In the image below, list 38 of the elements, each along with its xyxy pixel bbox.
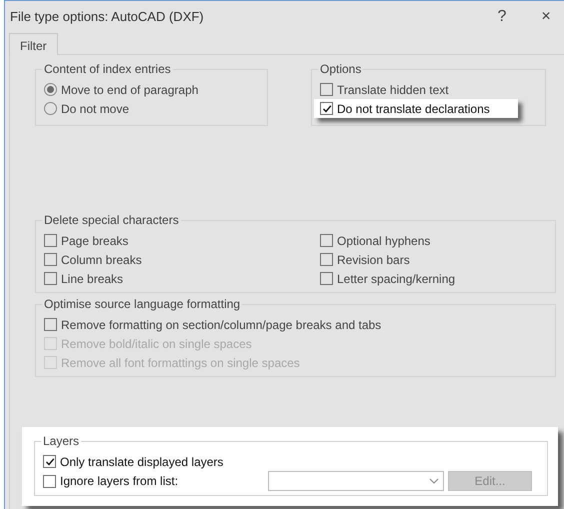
option-label: Remove bold/italic on single spaces bbox=[61, 336, 252, 350]
help-button[interactable]: ? bbox=[480, 8, 524, 26]
option-label: Ignore layers from list: bbox=[60, 474, 178, 488]
checkbox[interactable] bbox=[43, 474, 56, 488]
radio-button[interactable] bbox=[44, 83, 57, 96]
tab[interactable]: Filter bbox=[9, 33, 58, 55]
checkbox[interactable] bbox=[44, 253, 57, 266]
group-title: Options bbox=[318, 62, 364, 76]
option-label: Optional hyphens bbox=[337, 234, 430, 248]
group-title: Layers bbox=[41, 434, 82, 448]
option-label: Only translate displayed layers bbox=[60, 454, 224, 468]
group-title: Delete special characters bbox=[42, 213, 181, 227]
checkbox[interactable] bbox=[320, 83, 333, 96]
close-button[interactable]: × bbox=[524, 8, 564, 26]
option-label: Column breaks bbox=[61, 252, 142, 266]
window-title: File type options: AutoCAD (DXF) bbox=[10, 9, 205, 24]
option-label: Translate hidden text bbox=[337, 82, 449, 96]
checkbox[interactable] bbox=[320, 234, 333, 247]
radio-button[interactable] bbox=[44, 102, 57, 115]
chevron-down-icon bbox=[429, 478, 439, 484]
checkbox[interactable] bbox=[44, 272, 57, 285]
checkbox[interactable] bbox=[320, 102, 333, 115]
option-label: Remove all font formattings on single spaces bbox=[61, 356, 300, 370]
option-label: Page breaks bbox=[61, 234, 128, 248]
option-label: Letter spacing/kerning bbox=[337, 272, 456, 286]
checkbox[interactable] bbox=[320, 253, 333, 266]
checkbox[interactable] bbox=[43, 455, 56, 468]
group-title: Optimise source language formatting bbox=[42, 297, 242, 311]
option-label: Do not move bbox=[61, 102, 130, 116]
group-title: Content of index entries bbox=[42, 62, 173, 76]
option-label: Move to end of paragraph bbox=[61, 82, 198, 96]
option-label: Remove formatting on section/column/page breaks and tabs bbox=[61, 318, 382, 332]
checkbox[interactable] bbox=[44, 234, 57, 247]
checkbox[interactable] bbox=[320, 272, 333, 285]
option-label: Do not translate declarations bbox=[337, 102, 490, 116]
checkbox[interactable] bbox=[44, 318, 57, 331]
option-label: Revision bars bbox=[337, 252, 410, 266]
option-label: Line breaks bbox=[61, 272, 124, 286]
